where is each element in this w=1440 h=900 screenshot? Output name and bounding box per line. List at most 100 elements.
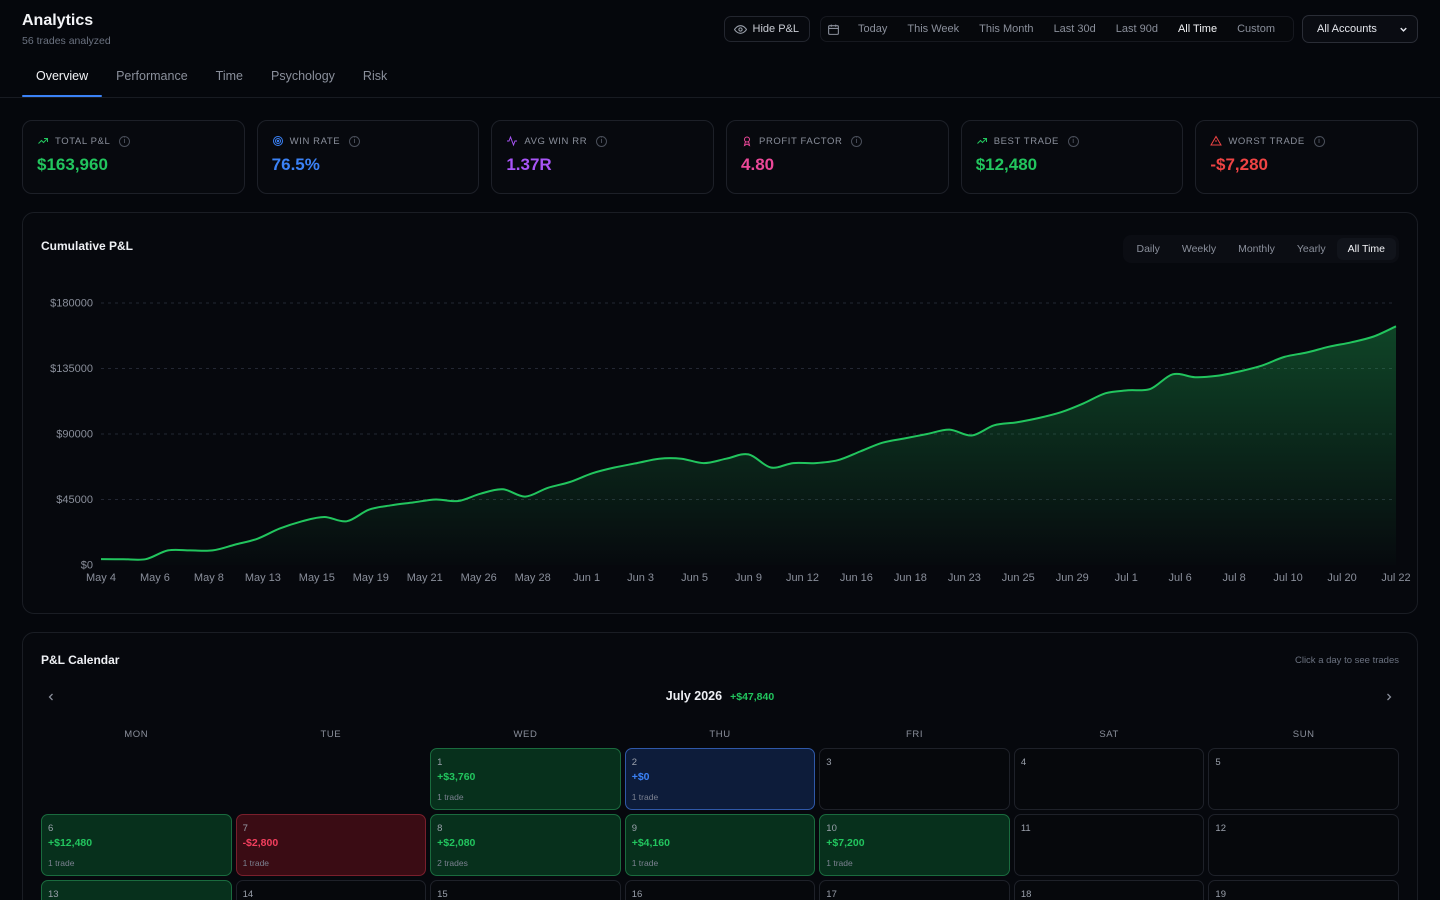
calendar-day[interactable]: 10 +$7,200 1 trade [819,814,1010,876]
range-this-week[interactable]: This Week [897,17,969,41]
info-icon[interactable]: i [1068,135,1079,147]
page-title: Analytics [22,12,94,29]
tab-performance[interactable]: Performance [102,60,202,97]
range-last-90d[interactable]: Last 90d [1106,17,1168,41]
day-number: 16 [631,889,643,900]
info-icon[interactable]: i [1313,135,1325,147]
month-total: +$47,840 [730,691,775,703]
alert-triangle-icon [1210,135,1223,147]
calendar-day[interactable]: 19 [1208,880,1399,900]
x-tick-label: Jun 5 [681,572,708,584]
info-icon[interactable]: i [349,135,361,147]
calendar-blank [41,748,232,810]
toolbar: Hide P&L Today This Week This Month Last 30… [723,14,1418,44]
stat-value: -$7,280 [1210,155,1269,174]
range-all-time[interactable]: All Time [1168,17,1227,41]
day-number: 3 [826,757,832,768]
day-number: 8 [437,823,443,834]
calendar-blank [236,748,427,810]
trending-up-icon [976,135,988,147]
stat-label: TOTAL P&L [55,135,111,147]
calendar-icon [827,23,840,36]
calendar-day[interactable]: 7 -$2,800 1 trade [235,814,427,876]
calendar-day[interactable]: 12 [1208,814,1399,876]
period-all-time[interactable]: All Time [1336,238,1396,260]
day-number: 12 [1215,823,1226,834]
y-tick-label: $0 [81,560,93,572]
x-tick-label: May 8 [194,572,224,584]
trending-up-icon [37,135,49,147]
calendar-day[interactable]: 1 +$3,760 1 trade [430,748,621,810]
account-select[interactable]: All Accounts [1302,15,1418,43]
tab-overview[interactable]: Overview [22,60,103,97]
x-tick-label: Jun 12 [786,572,819,584]
range-this-month[interactable]: This Month [969,17,1043,41]
calendar-day[interactable]: 17 [819,880,1010,900]
day-number: 10 [826,823,837,834]
period-daily[interactable]: Daily [1126,238,1171,260]
weekday-label: SUN [1292,729,1315,740]
x-tick-label: May 13 [245,572,281,584]
x-tick-label: May 19 [353,572,389,584]
stat-card-avg-win-rr: AVG WIN RR i 1.37R [491,120,715,194]
weekday-label: THU [709,729,731,740]
range-custom[interactable]: Custom [1227,17,1285,41]
tab-divider [0,97,1440,98]
calendar-grid: 1 +$3,760 1 trade 2 +$0 1 trade 3 4 5 6 +$12,480 1 … [41,748,1399,900]
calendar-hint: Click a day to see trades [1294,655,1399,666]
calendar-day[interactable]: 3 [819,748,1010,810]
chevron-down-icon [1398,24,1409,35]
stat-label-row: AVG WIN RR i [506,135,699,147]
cumulative-pnl-card: $0 $45000 $90000 $135000 $180000 May 4 May 6 Ma… [22,212,1418,614]
range-last-30d[interactable]: Last 30d [1044,17,1106,41]
hide-pnl-button[interactable]: Hide P&L [723,16,811,42]
tab-bar: Overview Performance Time Psychology Risk [22,60,1418,98]
info-icon[interactable]: i [596,135,608,147]
stat-label-row: TOTAL P&L i [37,135,230,147]
period-yearly[interactable]: Yearly [1286,238,1337,260]
stat-label: AVG WIN RR [524,135,588,147]
calendar-day[interactable]: 9 +$4,160 1 trade [624,814,816,876]
calendar-day[interactable]: 18 [1013,880,1205,900]
day-number: 7 [242,823,248,834]
period-toggle: Daily Weekly Monthly Yearly All Time [1122,235,1399,263]
day-pnl: +$7,200 [826,837,865,849]
stat-value: 1.37R [506,155,552,174]
calendar-day[interactable]: 11 [1013,814,1205,876]
day-number: 14 [242,889,254,900]
calendar-day[interactable]: 8 +$2,080 2 trades [430,814,621,876]
day-pnl: +$4,160 [631,837,670,849]
calendar-day[interactable]: 16 [624,880,816,900]
x-tick-label: Jun 1 [573,572,600,584]
x-tick-label: May 26 [461,572,497,584]
info-icon[interactable]: i [119,135,131,147]
calendar-day[interactable]: 5 [1208,748,1399,810]
page-header: Analytics 56 trades analyzed [22,12,111,47]
weekday-label: MON [124,729,149,740]
tab-time[interactable]: Time [202,60,257,97]
calendar-day[interactable]: 14 [235,880,427,900]
next-month-button[interactable] [1379,687,1399,707]
day-trade-count: 2 trades [437,858,468,868]
tab-risk[interactable]: Risk [349,60,401,97]
date-range-group: Today This Week This Month Last 30d Last 90d… [820,16,1294,42]
period-monthly[interactable]: Monthly [1227,238,1286,260]
period-weekly[interactable]: Weekly [1171,238,1227,260]
info-icon[interactable]: i [851,135,863,147]
day-trade-count: 1 trade [48,858,75,868]
calendar-day[interactable]: 2 +$0 1 trade [624,748,816,810]
y-tick-label: $45000 [56,494,93,506]
day-trade-count: 1 trade [826,858,853,868]
range-today[interactable]: Today [848,17,897,41]
tab-psychology[interactable]: Psychology [257,60,349,97]
x-tick-label: May 6 [140,572,170,584]
stat-label-row: WORST TRADE i [1210,135,1403,147]
calendar-day[interactable]: 4 [1013,748,1205,810]
x-tick-label: Jun 16 [840,572,873,584]
calendar-day[interactable]: 13 [41,880,232,900]
day-number: 17 [826,889,837,900]
award-icon [741,135,753,147]
calendar-day[interactable]: 15 [430,880,621,900]
month-heading: July 2026 +$47,840 [41,689,1399,703]
calendar-day[interactable]: 6 +$12,480 1 trade [41,814,232,876]
